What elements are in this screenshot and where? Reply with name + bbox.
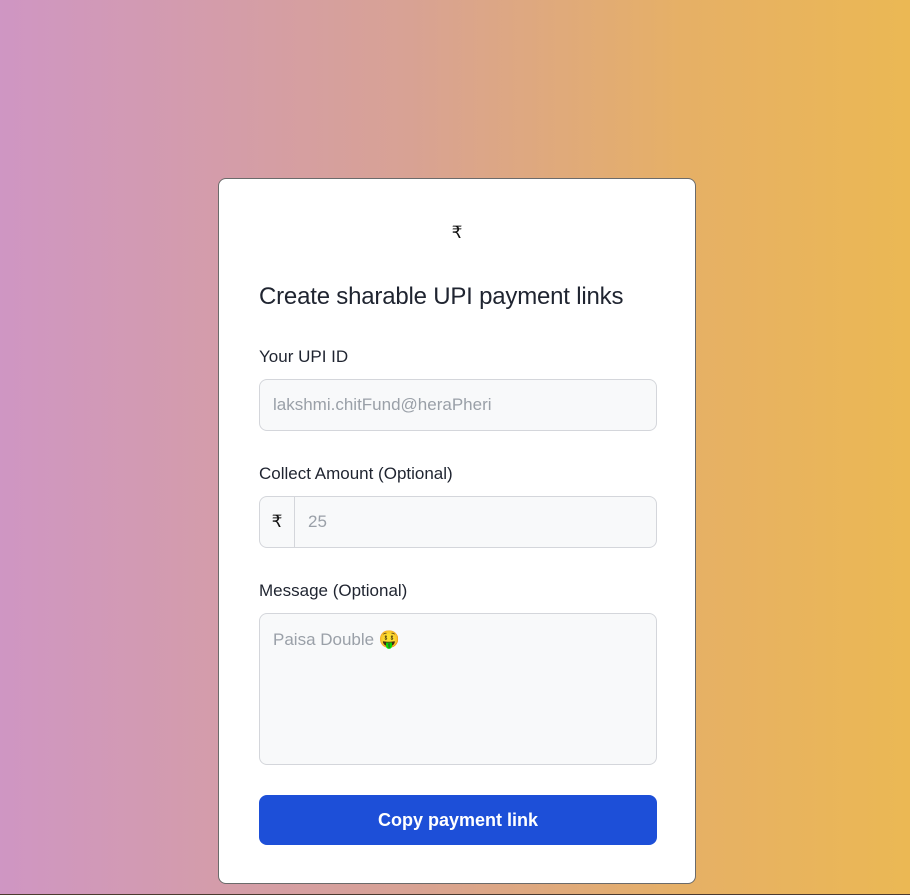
message-label: Message (Optional) (259, 581, 408, 600)
upi-id-label: Your UPI ID (259, 347, 349, 366)
upi-id-field (259, 379, 657, 431)
copy-payment-link-button[interactable]: Copy payment link (259, 795, 657, 845)
message-field (259, 613, 657, 765)
page-title: Create sharable UPI payment links (259, 283, 624, 310)
message-textarea[interactable] (260, 614, 656, 764)
payment-link-card: ₹ Create sharable UPI payment links Your… (218, 178, 696, 884)
upi-id-input[interactable] (260, 380, 656, 430)
amount-input[interactable] (295, 497, 656, 547)
amount-field: ₹ (259, 496, 657, 548)
rupee-logo-icon: ₹ (451, 223, 463, 243)
rupee-prefix-icon: ₹ (260, 497, 295, 547)
amount-label: Collect Amount (Optional) (259, 464, 453, 483)
